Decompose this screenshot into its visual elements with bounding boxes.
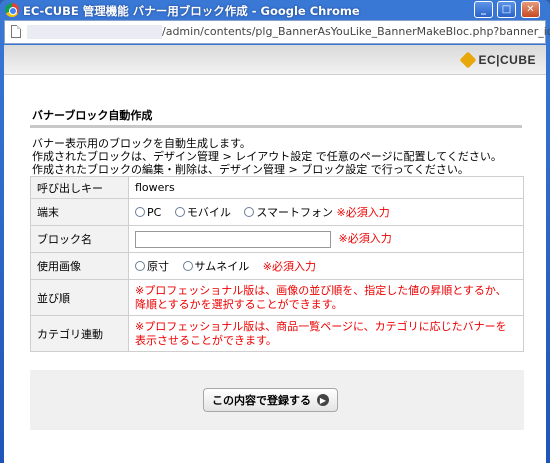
option-label: サムネイル: [194, 260, 250, 273]
option-label: PC: [147, 206, 162, 219]
form-footer: この内容で登録する ▶: [30, 370, 524, 430]
minimize-button[interactable]: _: [474, 1, 493, 18]
radio-pc[interactable]: [135, 207, 145, 217]
page-content: EC|CUBE バナーブロック自動作成 バナー表示用のブロックを自動生成します。…: [4, 45, 546, 463]
required-mark: ※必須入力: [262, 260, 316, 273]
row-call-key: 呼び出しキー flowers: [30, 176, 524, 199]
intro-text: バナー表示用のブロックを自動生成します。 作成されたブロックは、デザイン管理 >…: [32, 137, 532, 176]
row-image: 使用画像 原寸 サムネイル ※必須入力: [30, 252, 524, 280]
block-name-field: ※必須入力: [128, 225, 524, 253]
radio-mobile[interactable]: [174, 207, 185, 217]
option-label: モバイル: [186, 206, 231, 219]
device-option-smartphone[interactable]: スマートフォン: [244, 206, 333, 219]
row-sort-order: 並び順 ※プロフェッショナル版は、画像の並び順を、指定した値の昇順とするか、降順…: [30, 279, 524, 316]
call-key-label: 呼び出しキー: [30, 176, 129, 199]
window-title: EC-CUBE 管理機能 バナー用ブロック作成 - Google Chrome: [23, 4, 360, 18]
ec-cube-logo: EC|CUBE: [459, 51, 536, 69]
intro-line: バナー表示用のブロックを自動生成します。: [32, 137, 251, 150]
chrome-icon: [5, 3, 19, 17]
close-button[interactable]: ✕: [521, 1, 540, 18]
call-key-value: flowers: [128, 176, 524, 199]
title-divider: [30, 125, 522, 128]
sort-order-label: 並び順: [30, 279, 129, 316]
address-bar[interactable]: /admin/contents/plg_BannerAsYouLike_Bann…: [4, 20, 550, 44]
row-device: 端末 PC モバイル スマートフォン ※必須入力: [30, 198, 524, 226]
sort-order-note: ※プロフェッショナル版は、画像の並び順を、指定した値の昇順とするか、降順とするか…: [128, 279, 524, 316]
device-label: 端末: [30, 198, 129, 226]
logo-text: EC|CUBE: [478, 53, 536, 67]
submit-button[interactable]: この内容で登録する ▶: [203, 388, 338, 412]
device-field: PC モバイル スマートフォン ※必須入力: [128, 198, 524, 226]
image-label: 使用画像: [30, 252, 129, 280]
radio-thumbnail[interactable]: [182, 261, 193, 271]
image-option-thumbnail[interactable]: サムネイル: [182, 260, 250, 273]
required-mark: ※必須入力: [338, 232, 392, 246]
section-title: バナーブロック自動作成: [32, 109, 153, 122]
image-option-original[interactable]: 原寸: [135, 260, 169, 273]
ec-header: EC|CUBE: [4, 45, 546, 75]
maximize-button[interactable]: □: [497, 1, 516, 18]
option-label: 原寸: [147, 260, 169, 273]
intro-line: 作成されたブロックは、デザイン管理 > レイアウト設定 で任意のページに配置して…: [32, 150, 502, 163]
url-text[interactable]: /admin/contents/plg_BannerAsYouLike_Bann…: [162, 25, 550, 38]
radio-smartphone[interactable]: [244, 207, 255, 217]
device-option-mobile[interactable]: モバイル: [174, 206, 231, 219]
banner-form-table: 呼び出しキー flowers 端末 PC モバイル スマートフォン ※必須入力 …: [30, 176, 524, 352]
submit-label: この内容で登録する: [212, 394, 311, 407]
category-note: ※プロフェッショナル版は、商品一覧ページに、カテゴリに応じたバナーを表示させるこ…: [128, 315, 524, 352]
image-field: 原寸 サムネイル ※必須入力: [128, 252, 524, 280]
intro-line: 作成されたブロックの編集・削除は、デザイン管理 > ブロック設定 で行ってくださ…: [32, 163, 469, 176]
arrow-right-icon: ▶: [317, 394, 329, 406]
cube-icon: [459, 51, 477, 69]
row-category: カテゴリ連動 ※プロフェッショナル版は、商品一覧ページに、カテゴリに応じたバナー…: [30, 315, 524, 352]
block-name-label: ブロック名: [30, 225, 129, 253]
device-option-pc[interactable]: PC: [135, 206, 161, 219]
row-block-name: ブロック名 ※必須入力: [30, 225, 524, 253]
block-name-input[interactable]: [135, 230, 331, 248]
browser-window: EC-CUBE 管理機能 バナー用ブロック作成 - Google Chrome …: [0, 0, 550, 463]
page-icon: [11, 25, 21, 38]
title-bar: EC-CUBE 管理機能 バナー用ブロック作成 - Google Chrome …: [0, 0, 550, 20]
url-host-redacted: [27, 25, 162, 39]
option-label: スマートフォン: [256, 206, 333, 219]
required-mark: ※必須入力: [336, 206, 390, 219]
radio-original[interactable]: [135, 261, 145, 271]
category-label: カテゴリ連動: [30, 315, 129, 352]
